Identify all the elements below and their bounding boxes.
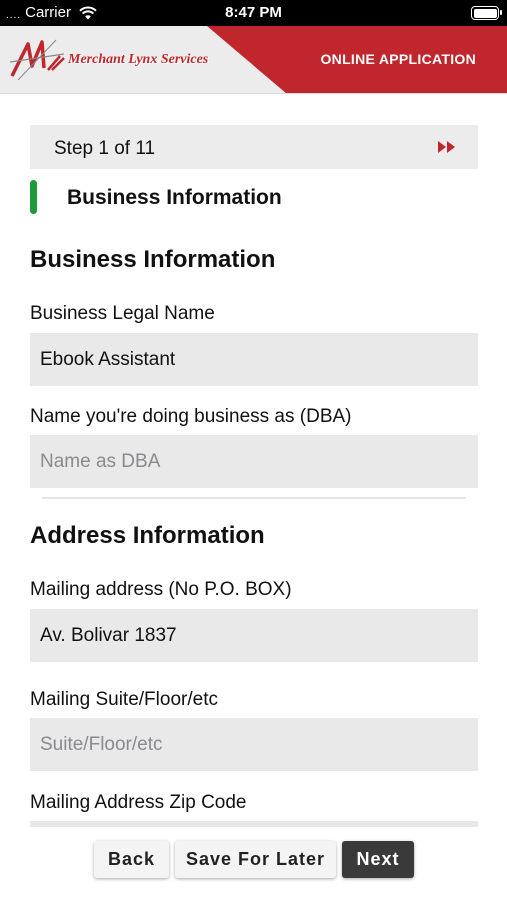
clock: 8:47 PM — [225, 4, 282, 21]
battery-icon — [471, 6, 502, 20]
section-divider — [42, 497, 466, 499]
legal-name-label: Business Legal Name — [30, 303, 215, 324]
header-title: ONLINE APPLICATION — [320, 51, 476, 67]
suite-label: Mailing Suite/Floor/etc — [30, 689, 218, 710]
section-indicator — [30, 180, 37, 214]
mailing-address-label: Mailing address (No P.O. BOX) — [30, 579, 292, 600]
logo-text: Merchant Lynx Services — [68, 52, 209, 67]
step-progress-bar[interactable]: Step 1 of 11 — [30, 125, 478, 169]
save-for-later-button[interactable]: Save For Later — [175, 841, 336, 878]
company-logo: Merchant Lynx Services — [8, 36, 208, 84]
fast-forward-icon[interactable] — [438, 141, 456, 153]
section-title: Business Information — [67, 186, 282, 209]
dba-field[interactable] — [30, 435, 478, 488]
app-header: Merchant Lynx Services ONLINE APPLICATIO… — [0, 26, 507, 94]
step-counter: Step 1 of 11 — [54, 138, 156, 159]
business-info-heading: Business Information — [30, 246, 276, 273]
address-info-heading: Address Information — [30, 522, 265, 549]
legal-name-field[interactable] — [30, 333, 478, 386]
zip-code-field[interactable] — [30, 821, 478, 827]
mailing-address-field[interactable] — [30, 609, 478, 662]
logo-mark-icon — [9, 39, 65, 81]
status-bar: .... Carrier 8:47 PM — [0, 0, 507, 26]
back-button[interactable]: Back — [94, 841, 169, 878]
dba-label: Name you're doing business as (DBA) — [30, 406, 352, 427]
suite-field[interactable] — [30, 718, 478, 771]
next-button[interactable]: Next — [342, 841, 414, 878]
zip-code-label: Mailing Address Zip Code — [30, 792, 247, 813]
